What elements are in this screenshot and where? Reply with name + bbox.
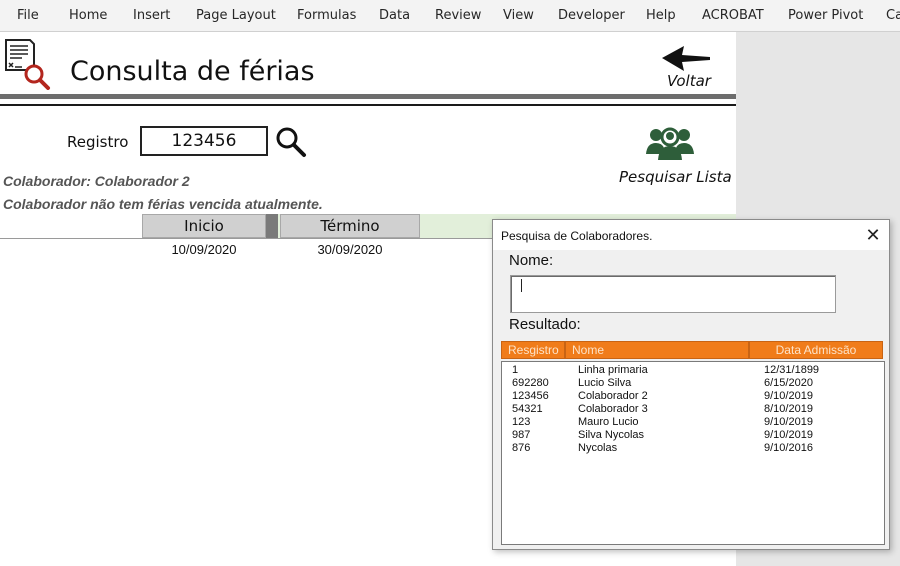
list-header-nome[interactable]: Nome <box>565 341 749 359</box>
list-item[interactable]: 692280 Lucio Silva 6/15/2020 <box>502 377 884 390</box>
dialog-title: Pesquisa de Colaboradores. <box>501 229 653 243</box>
tab-help[interactable]: Help <box>646 8 676 23</box>
list-item[interactable]: 54321 Colaborador 3 8/10/2019 <box>502 403 884 416</box>
tab-home[interactable]: Home <box>69 8 107 23</box>
tab-acrobat[interactable]: ACROBAT <box>702 8 764 23</box>
list-header-registro[interactable]: Resgistro <box>501 341 565 359</box>
list-item[interactable]: 123456 Colaborador 2 9/10/2019 <box>502 390 884 403</box>
list-item[interactable]: 123 Mauro Lucio 9/10/2019 <box>502 416 884 429</box>
ribbon-tabs: File Home Insert Page Layout Formulas Da… <box>0 0 900 32</box>
text-caret <box>521 279 522 292</box>
column-header-end: Término <box>280 214 420 238</box>
close-icon[interactable]: ✕ <box>859 222 887 248</box>
dialog-titlebar[interactable]: Pesquisa de Colaboradores. ✕ <box>493 220 889 250</box>
header-divider <box>0 94 736 99</box>
tab-review[interactable]: Review <box>435 8 481 23</box>
document-search-icon <box>5 39 50 90</box>
back-arrow-icon[interactable] <box>660 44 712 72</box>
tab-page-layout[interactable]: Page Layout <box>196 8 276 23</box>
tab-developer[interactable]: Developer <box>558 8 625 23</box>
results-listbox[interactable]: 1 Linha primaria 12/31/1899 692280 Lucio… <box>501 361 885 545</box>
excel-window: File Home Insert Page Layout Formulas Da… <box>0 0 900 566</box>
registro-input[interactable]: 123456 <box>140 126 268 156</box>
tab-insert[interactable]: Insert <box>133 8 170 23</box>
list-item[interactable]: 987 Silva Nycolas 9/10/2019 <box>502 429 884 442</box>
employee-search-dialog: Pesquisa de Colaboradores. ✕ Nome: Resul… <box>492 219 890 550</box>
list-item[interactable]: 1 Linha primaria 12/31/1899 <box>502 364 884 377</box>
people-search-icon[interactable] <box>644 124 696 162</box>
column-separator <box>266 214 278 238</box>
search-list-button[interactable]: Pesquisar Lista <box>619 168 732 186</box>
tab-overflow[interactable]: Ca <box>886 8 900 23</box>
header-band-blank <box>0 214 142 238</box>
start-date: 10/09/2020 <box>171 242 237 257</box>
header-divider-thin <box>0 104 736 106</box>
tab-data[interactable]: Data <box>379 8 410 23</box>
status-message: Colaborador não tem férias vencida atual… <box>3 196 323 212</box>
colaborador-name: Colaborador: Colaborador 2 <box>3 173 190 189</box>
nome-label: Nome: <box>509 252 554 269</box>
tab-formulas[interactable]: Formulas <box>297 8 356 23</box>
end-date: 30/09/2020 <box>317 242 383 257</box>
back-button[interactable]: Voltar <box>667 72 711 90</box>
tab-view[interactable]: View <box>503 8 534 23</box>
page-title: Consulta de férias <box>70 56 315 87</box>
list-item[interactable]: 876 Nycolas 9/10/2016 <box>502 442 884 455</box>
column-header-start: Inicio <box>142 214 266 238</box>
list-header-admissao[interactable]: Data Admissão <box>749 341 883 359</box>
result-label: Resultado: <box>509 316 581 333</box>
nome-input[interactable] <box>510 275 836 313</box>
tab-power-pivot[interactable]: Power Pivot <box>788 8 863 23</box>
tab-file[interactable]: File <box>17 8 39 23</box>
search-icon[interactable] <box>275 126 307 158</box>
registro-label: Registro <box>67 133 129 151</box>
